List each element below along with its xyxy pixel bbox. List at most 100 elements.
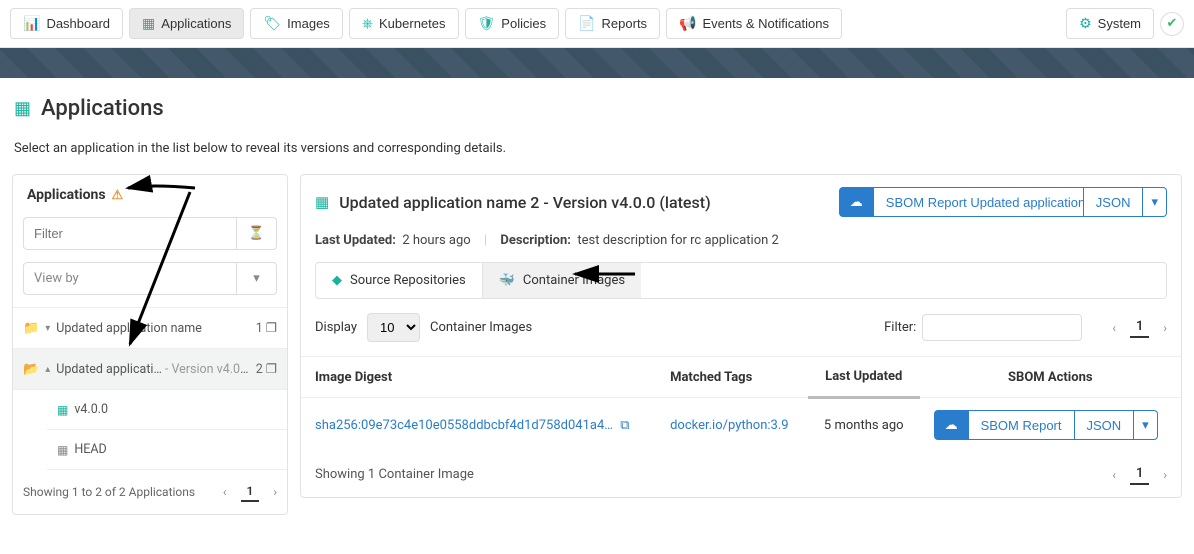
top-nav: 📊Dashboard ▦Applications 🏷Images ⎈ Kubern… bbox=[0, 0, 1194, 48]
tree-row-app-2-name: Updated applicati… - Version v4.0.0 bbox=[56, 362, 250, 377]
page-title: Applications bbox=[41, 96, 164, 121]
cell-sbom-actions: ☁ SBOM Report JSON ▾ bbox=[920, 398, 1181, 453]
tree-child-v400-label: v4.0.0 bbox=[74, 402, 108, 417]
helm-icon: ⎈ bbox=[362, 15, 373, 32]
nav-reports-label: Reports bbox=[602, 16, 648, 31]
filter-input-group: ⏳ bbox=[23, 217, 277, 250]
tab-source-repositories-label: Source Repositories bbox=[350, 273, 466, 288]
caret-down-icon: ▾ bbox=[253, 271, 260, 286]
table-pager-bottom-next[interactable]: › bbox=[1163, 468, 1167, 482]
nav-reports[interactable]: 📄Reports bbox=[565, 8, 660, 39]
banner-strip bbox=[0, 48, 1194, 78]
col-sbom-actions[interactable]: SBOM Actions bbox=[920, 357, 1181, 398]
nav-policies-label: Policies bbox=[501, 16, 546, 31]
caret-down-icon: ▾ bbox=[1151, 194, 1158, 210]
detail-panel: ▦ Updated application name 2 - Version v… bbox=[300, 174, 1182, 498]
pager-next[interactable]: › bbox=[273, 485, 277, 499]
image-digest-link[interactable]: sha256:09e73c4e10e0558ddbcbf4d1d758d041a… bbox=[315, 418, 613, 433]
cell-matched-tag: docker.io/python:3.9 bbox=[656, 398, 808, 453]
sbom-download-icon-button[interactable]: ☁ bbox=[839, 187, 874, 217]
megaphone-icon: 📢 bbox=[679, 15, 696, 32]
table-pager-prev[interactable]: ‹ bbox=[1112, 321, 1116, 335]
last-updated-label: Last Updated: bbox=[315, 233, 396, 248]
cloud-download-icon: ☁ bbox=[850, 194, 863, 210]
folder-icon: 📁 bbox=[23, 321, 39, 336]
nav-kubernetes-label: Kubernetes bbox=[379, 16, 446, 31]
detail-footer: Showing 1 Container Image ‹ 1 › bbox=[301, 452, 1181, 497]
applications-panel: Applications ⚠ ⏳ View by ▾ 📁 ▾ Updated a… bbox=[12, 174, 288, 515]
nav-applications[interactable]: ▦Applications bbox=[129, 8, 244, 39]
table-pager-top: ‹ 1 › bbox=[1112, 317, 1167, 338]
tree-row-app-1[interactable]: 📁 ▾ Updated application name 1❐ bbox=[13, 308, 287, 349]
display-label: Display bbox=[315, 320, 357, 335]
status-indicator-ok[interactable]: ✔ bbox=[1160, 12, 1184, 36]
nav-system-label: System bbox=[1098, 16, 1141, 31]
table-pager-page: 1 bbox=[1130, 317, 1149, 338]
nav-kubernetes[interactable]: ⎈ Kubernetes bbox=[349, 8, 459, 39]
filter-icon-button[interactable]: ⏳ bbox=[237, 217, 277, 250]
warning-icon[interactable]: ⚠ bbox=[112, 188, 124, 203]
viewby-select-group: View by ▾ bbox=[23, 262, 277, 295]
table-row: sha256:09e73c4e10e0558ddbcbf4d1d758d041a… bbox=[301, 398, 1181, 453]
detail-meta: Last Updated: 2 hours ago | Description:… bbox=[301, 229, 1181, 262]
row-sbom-caret[interactable]: ▾ bbox=[1134, 410, 1158, 440]
tab-container-images-label: Container Images bbox=[523, 273, 625, 288]
sbom-report-button[interactable]: SBOM Report Updated application name… bbox=[874, 187, 1084, 217]
table-pager-bottom-page: 1 bbox=[1130, 464, 1149, 485]
nav-images[interactable]: 🏷Images bbox=[250, 8, 342, 39]
copy-stack-icon: ❐ bbox=[266, 320, 277, 336]
matched-tag-link[interactable]: docker.io/python:3.9 bbox=[670, 418, 788, 433]
nav-events-label: Events & Notifications bbox=[703, 16, 829, 31]
detail-tabs: ◆ Source Repositories 🐳 Container Images bbox=[315, 262, 1167, 299]
sbom-format-caret[interactable]: ▾ bbox=[1143, 187, 1167, 217]
tab-container-images[interactable]: 🐳 Container Images bbox=[482, 263, 641, 298]
container-images-table: Image Digest Matched Tags Last Updated S… bbox=[301, 356, 1181, 452]
tab-source-repositories[interactable]: ◆ Source Repositories bbox=[316, 263, 482, 298]
applications-grid-icon: ▦ bbox=[14, 98, 31, 119]
row-sbom-download-icon-button[interactable]: ☁ bbox=[934, 410, 969, 440]
folder-open-icon: 📂 bbox=[23, 362, 39, 377]
nav-dashboard[interactable]: 📊Dashboard bbox=[10, 8, 123, 39]
col-matched-tags[interactable]: Matched Tags bbox=[656, 357, 808, 398]
nav-policies[interactable]: 🛡Policies bbox=[465, 8, 560, 39]
cloud-download-icon: ☁ bbox=[945, 417, 958, 433]
pager-page: 1 bbox=[241, 482, 260, 502]
tree-row-app-2-children: ▦ v4.0.0 ▦ HEAD bbox=[13, 390, 287, 470]
nav-images-label: Images bbox=[287, 16, 330, 31]
diamond-icon: ◆ bbox=[332, 273, 342, 288]
viewby-select[interactable]: View by bbox=[23, 262, 237, 295]
caret-down-icon: ▾ bbox=[1142, 417, 1149, 433]
viewby-caret-button[interactable]: ▾ bbox=[237, 262, 277, 295]
row-sbom-report-button[interactable]: SBOM Report bbox=[969, 410, 1075, 440]
applications-heading-label: Applications bbox=[27, 187, 106, 203]
grid-icon: ▦ bbox=[142, 15, 155, 32]
display-count-select[interactable]: 10 bbox=[367, 313, 420, 342]
table-pager-next[interactable]: › bbox=[1163, 321, 1167, 335]
page-subtitle: Select an application in the list below … bbox=[0, 131, 1194, 174]
filter-input[interactable] bbox=[23, 217, 237, 250]
copy-stack-icon: ❐ bbox=[266, 361, 277, 377]
detail-header: ▦ Updated application name 2 - Version v… bbox=[301, 175, 1181, 229]
tree-row-app-2[interactable]: 📂 ▴ Updated applicati… - Version v4.0.0 … bbox=[13, 349, 287, 390]
description-value: test description for rc application 2 bbox=[577, 233, 778, 248]
pager-prev[interactable]: ‹ bbox=[223, 485, 227, 499]
sbom-json-button[interactable]: JSON bbox=[1084, 187, 1144, 217]
table-pager-bottom: ‹ 1 › bbox=[1112, 464, 1167, 485]
nav-events[interactable]: 📢 Events & Notifications bbox=[666, 8, 842, 39]
detail-title: Updated application name 2 - Version v4.… bbox=[339, 193, 829, 212]
tree-child-v400[interactable]: ▦ v4.0.0 bbox=[47, 390, 287, 430]
chevron-down-icon: ▾ bbox=[45, 323, 50, 334]
row-sbom-json-button[interactable]: JSON bbox=[1075, 410, 1135, 440]
table-pager-bottom-prev[interactable]: ‹ bbox=[1112, 468, 1116, 482]
tree-child-head[interactable]: ▦ HEAD bbox=[47, 430, 287, 470]
table-filter-input[interactable] bbox=[922, 314, 1082, 341]
col-image-digest[interactable]: Image Digest bbox=[301, 357, 656, 398]
nav-system[interactable]: ⚙System bbox=[1066, 8, 1154, 39]
copy-icon[interactable]: ⧉ bbox=[620, 418, 629, 433]
applications-footer-text: Showing 1 to 2 of 2 Applications bbox=[23, 485, 195, 499]
cell-image-digest: sha256:09e73c4e10e0558ddbcbf4d1d758d041a… bbox=[301, 398, 656, 453]
detail-footer-text: Showing 1 Container Image bbox=[315, 467, 474, 482]
table-toolbar: Display 10 Container Images Filter: ‹ 1 … bbox=[301, 299, 1181, 356]
version-grid-icon: ▦ bbox=[57, 403, 68, 417]
col-last-updated[interactable]: Last Updated bbox=[808, 357, 920, 398]
